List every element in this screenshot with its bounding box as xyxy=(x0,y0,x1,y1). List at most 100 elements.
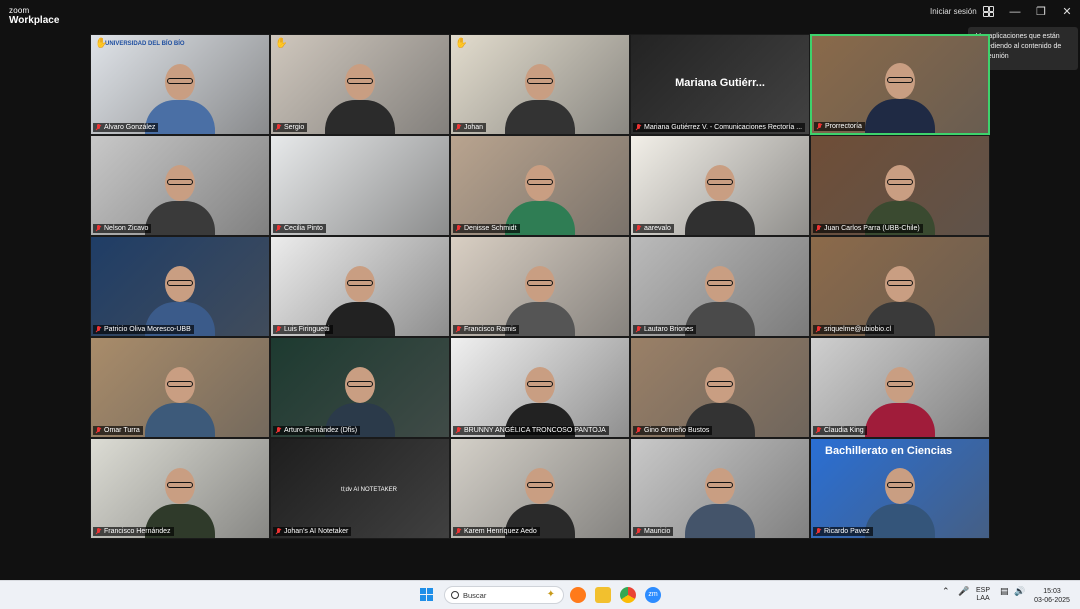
clock-date: 03-06-2025 xyxy=(1034,597,1070,604)
mic-muted-icon xyxy=(455,124,461,131)
close-icon[interactable]: ✕ xyxy=(1060,5,1074,19)
participant-tile[interactable]: Prorrectoría xyxy=(810,34,990,135)
microphone-icon[interactable]: 🎤 xyxy=(958,587,969,596)
participant-name: Francisco Ramis xyxy=(464,326,517,333)
participant-tile[interactable]: Nelson Zicavo xyxy=(90,135,270,236)
participant-tile[interactable]: tl;dv AI NOTETAKER Johan's AI Notetaker xyxy=(270,438,450,539)
title-bar: zoom Workplace Iniciar sesión — ❐ ✕ xyxy=(0,0,1080,26)
participant-tile[interactable]: Omar Turra xyxy=(90,337,270,438)
mic-muted-icon xyxy=(815,326,821,333)
lang-bottom: LAA xyxy=(976,595,990,602)
mic-muted-icon xyxy=(275,124,281,131)
participant-tile[interactable]: Patricio Oliva Moresco-UBB xyxy=(90,236,270,337)
windows-start-icon[interactable] xyxy=(420,588,434,602)
participant-name: Johan's AI Notetaker xyxy=(284,528,349,535)
participant-video xyxy=(145,458,215,538)
participant-video xyxy=(505,256,575,336)
participant-name: Prorrectoría xyxy=(825,123,862,130)
chrome-icon[interactable] xyxy=(620,587,636,603)
participant-tile[interactable]: sriquelme@ubiobio.cl xyxy=(810,236,990,337)
participant-name: Cecilia Pinto xyxy=(284,225,323,232)
taskbar-search[interactable]: Buscar ✦ xyxy=(444,586,564,604)
chevron-up-icon[interactable]: ⌃ xyxy=(942,587,950,596)
mic-muted-icon xyxy=(455,326,461,333)
participant-name: Johan xyxy=(464,124,484,131)
participant-name: Nelson Zicavo xyxy=(104,225,149,232)
search-icon xyxy=(451,591,459,599)
video-grid: UNIVERSIDAD DEL BÍO BÍO ✋ Alvaro González ✋… xyxy=(90,34,990,540)
mic-muted-icon xyxy=(635,225,641,232)
participant-video xyxy=(685,357,755,437)
participant-label: Mariana Gutiérrez V. - Comunicaciones Re… xyxy=(633,123,806,132)
participant-label: Johan xyxy=(453,123,487,132)
participant-tile[interactable]: Juan Carlos Parra (UBB-Chile) xyxy=(810,135,990,236)
mic-muted-icon xyxy=(635,326,641,333)
participant-video xyxy=(505,54,575,134)
mic-muted-icon xyxy=(455,528,461,535)
participant-video xyxy=(685,256,755,336)
participant-tile[interactable]: Bachillerato en Ciencias Ricardo Pavez xyxy=(810,438,990,539)
participant-name: aarevalo xyxy=(644,225,671,232)
mic-muted-icon xyxy=(815,528,821,535)
mic-muted-icon xyxy=(455,225,461,232)
participant-label: Omar Turra xyxy=(93,426,143,435)
mic-muted-icon xyxy=(95,427,101,434)
participant-video xyxy=(865,155,935,235)
mic-muted-icon xyxy=(815,427,821,434)
participant-name: Patricio Oliva Moresco-UBB xyxy=(104,326,191,333)
participant-tile[interactable]: Arturo Fernández (Dfis) xyxy=(270,337,450,438)
participant-label: Lautaro Briones xyxy=(633,325,697,334)
signin-button[interactable]: Iniciar sesión xyxy=(930,7,977,16)
participant-label: Ricardo Pavez xyxy=(813,527,873,536)
apps-grid-icon[interactable] xyxy=(983,6,994,17)
participant-name: Luis Firinguetti xyxy=(284,326,330,333)
restore-icon[interactable]: ❐ xyxy=(1034,5,1048,19)
participant-label: Claudia King xyxy=(813,426,867,435)
raised-hand-icon: ✋ xyxy=(95,38,108,49)
participant-label: Gino Ormeño Bustos xyxy=(633,426,713,435)
minimize-icon[interactable]: — xyxy=(1008,5,1022,19)
participant-tile[interactable]: Denisse Schmidt xyxy=(450,135,630,236)
participant-tile[interactable]: BRUNNY ANGÉLICA TRONCOSO PANTOJA xyxy=(450,337,630,438)
participant-tile[interactable]: Claudia King xyxy=(810,337,990,438)
participant-name: Arturo Fernández (Dfis) xyxy=(284,427,358,434)
mic-muted-icon xyxy=(635,528,641,535)
mic-muted-icon xyxy=(95,124,101,131)
participant-tile[interactable]: Cecilia Pinto xyxy=(270,135,450,236)
firefox-icon[interactable] xyxy=(570,587,586,603)
participant-tile[interactable]: Mariana Gutiérr... Mariana Gutiérrez V. -… xyxy=(630,34,810,135)
file-explorer-icon[interactable] xyxy=(595,587,611,603)
participant-video xyxy=(865,53,935,133)
participant-tile[interactable]: ✋ Johan xyxy=(450,34,630,135)
mic-muted-icon xyxy=(635,427,641,434)
volume-icon[interactable]: 🔊 xyxy=(1014,587,1025,596)
participant-tile[interactable]: Gino Ormeño Bustos xyxy=(630,337,810,438)
mic-muted-icon xyxy=(275,326,281,333)
notetaker-logo: tl;dv AI NOTETAKER xyxy=(341,487,397,493)
language-indicator[interactable]: ESP LAA xyxy=(976,587,990,603)
participant-tile[interactable]: Luis Firinguetti xyxy=(270,236,450,337)
participant-label: Denisse Schmidt xyxy=(453,224,520,233)
participant-video xyxy=(325,54,395,134)
participant-tile[interactable]: Francisco Ramis xyxy=(450,236,630,337)
zoom-taskbar-icon[interactable]: zm xyxy=(645,587,661,603)
participant-tile[interactable]: Mauricio xyxy=(630,438,810,539)
participant-tile[interactable]: UNIVERSIDAD DEL BÍO BÍO ✋ Alvaro González xyxy=(90,34,270,135)
participant-video xyxy=(325,357,395,437)
system-clock[interactable]: 15:03 03-06-2025 xyxy=(1030,587,1074,605)
participant-tile[interactable]: Karem Henríquez Aedo xyxy=(450,438,630,539)
participant-tile[interactable]: Lautaro Briones xyxy=(630,236,810,337)
participant-label: Prorrectoría xyxy=(814,122,865,131)
participant-tile[interactable]: ✋ Sergio xyxy=(270,34,450,135)
participant-tile[interactable]: aarevalo xyxy=(630,135,810,236)
participant-video xyxy=(685,155,755,235)
participant-video xyxy=(505,155,575,235)
participant-video xyxy=(145,54,215,134)
participant-label: Francisco Hernández xyxy=(93,527,174,536)
participant-video xyxy=(865,458,935,538)
participant-video xyxy=(865,256,935,336)
network-icon[interactable]: ▤ xyxy=(1000,587,1009,596)
mic-muted-icon xyxy=(455,427,461,434)
participant-label: Johan's AI Notetaker xyxy=(273,527,352,536)
participant-tile[interactable]: Francisco Hernández xyxy=(90,438,270,539)
